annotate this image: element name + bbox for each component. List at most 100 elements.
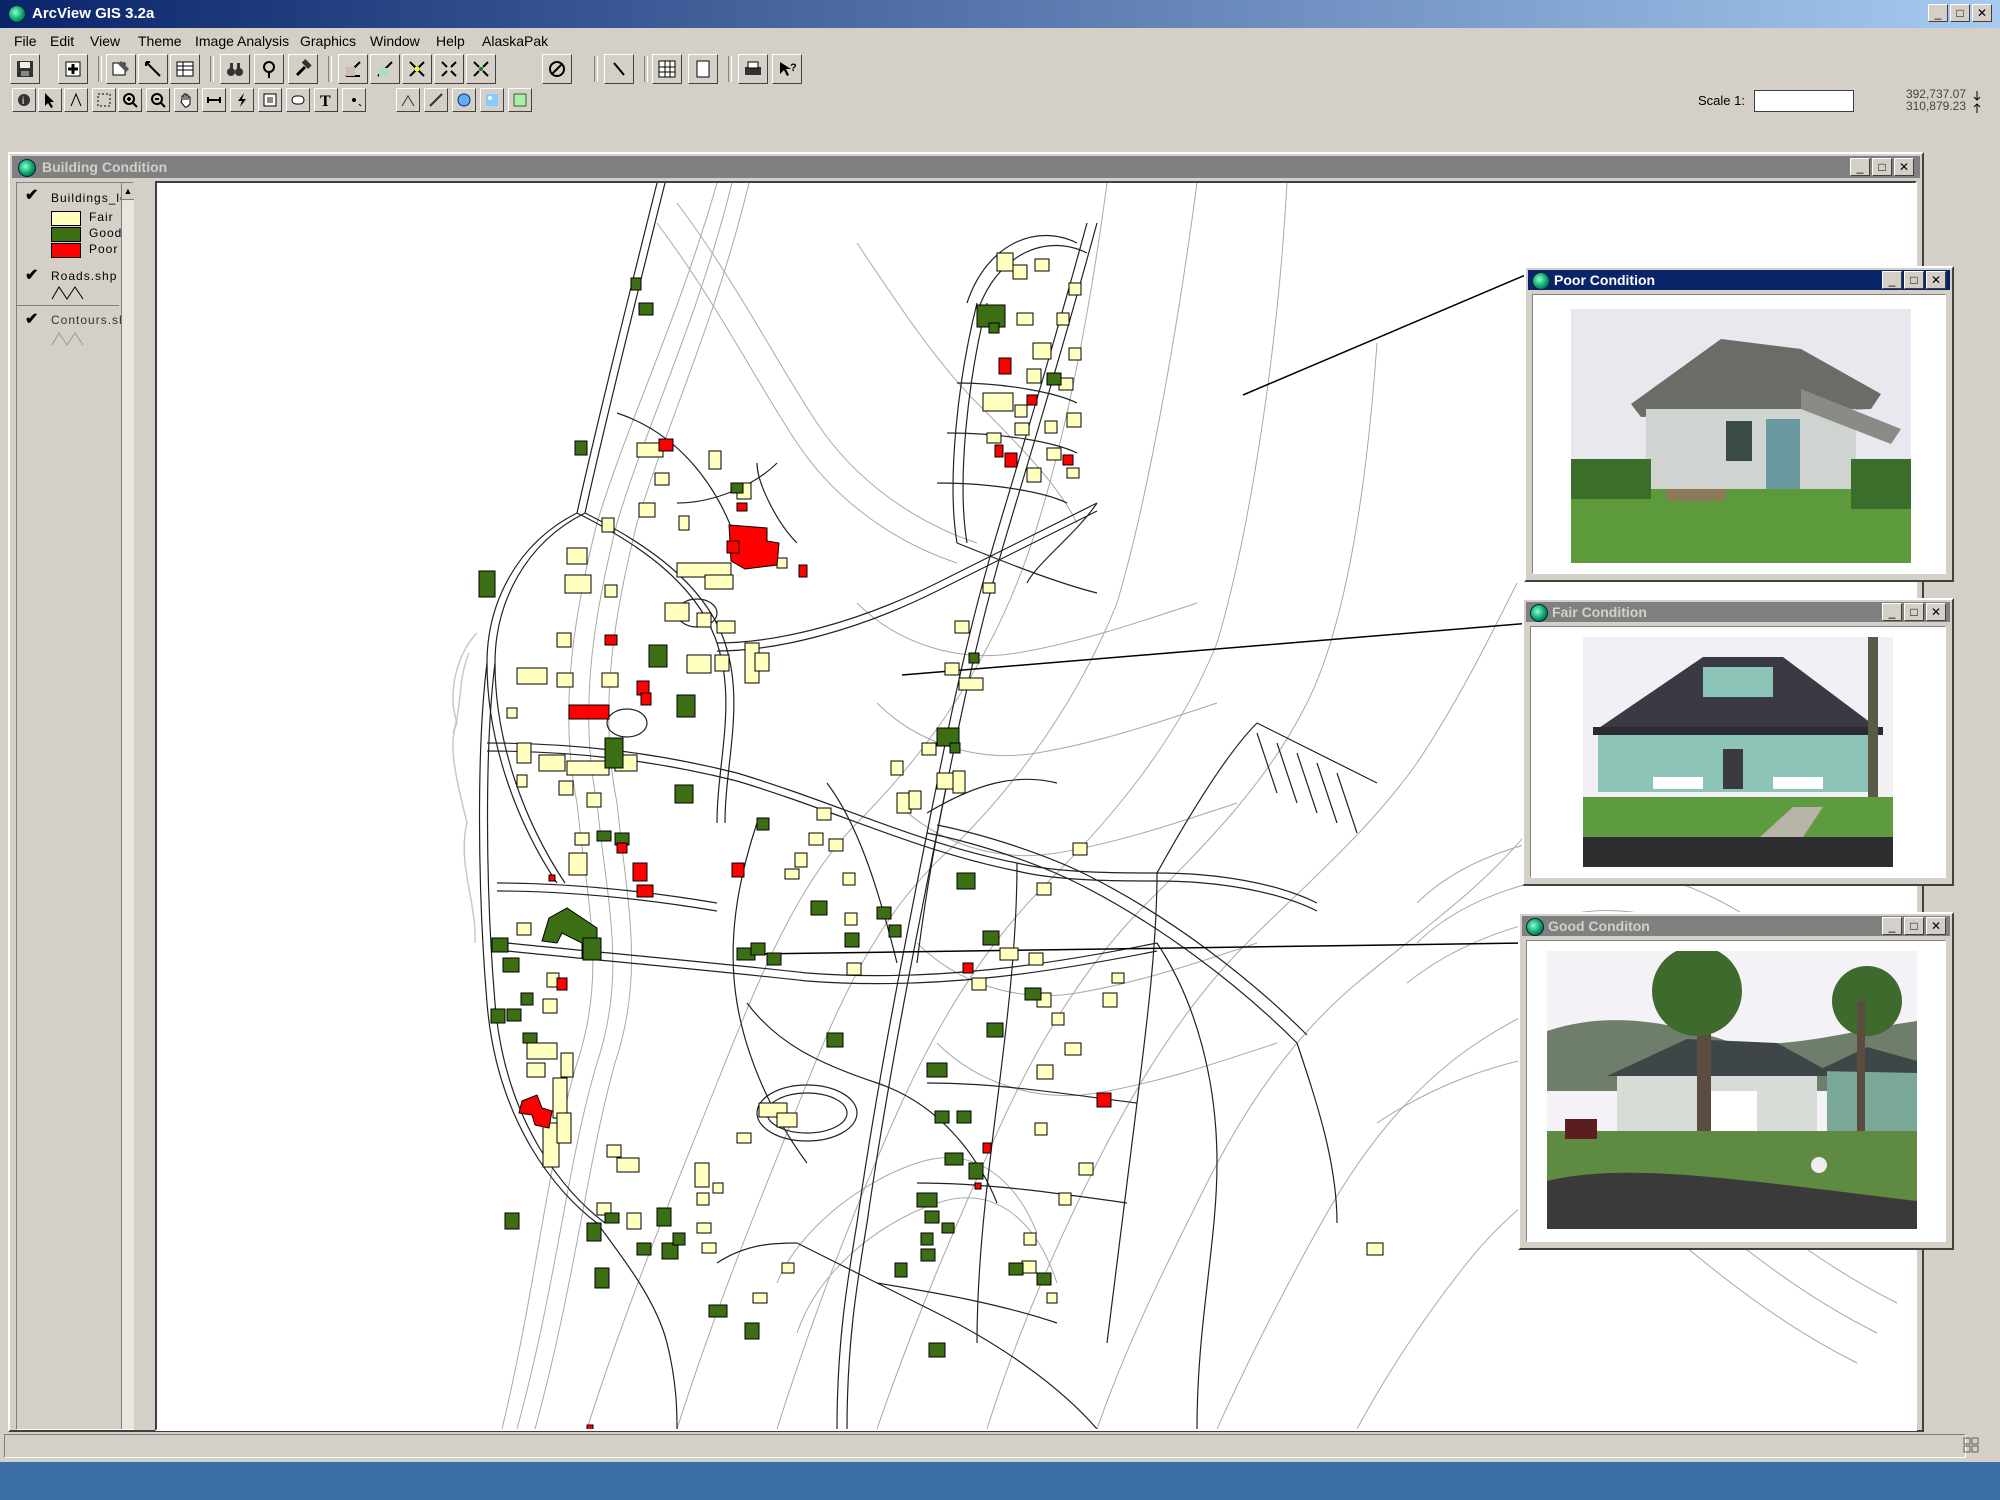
- page-setup-button[interactable]: [688, 54, 718, 84]
- photo-minimize-button[interactable]: _: [1882, 271, 1902, 289]
- app-close-button[interactable]: ✕: [1972, 4, 1992, 22]
- view-title-bar[interactable]: Building Condition _ □ ✕: [12, 156, 1920, 178]
- query-builder-button[interactable]: [288, 54, 318, 84]
- help-arrow-icon: ?: [780, 62, 797, 76]
- menu-alaskapak[interactable]: AlaskaPak: [482, 33, 548, 49]
- app-minimize-button[interactable]: _: [1928, 4, 1948, 22]
- locate-address-button[interactable]: [254, 54, 284, 84]
- legend-swatch-fair: [51, 211, 81, 226]
- measure-tool[interactable]: [202, 88, 226, 112]
- print-button[interactable]: [738, 54, 768, 84]
- toc-scrollbar[interactable]: ▲: [121, 183, 134, 1429]
- app-maximize-button[interactable]: □: [1950, 4, 1970, 22]
- view-minimize-button[interactable]: _: [1850, 158, 1870, 176]
- theme-visible-checkbox[interactable]: ✔: [25, 265, 38, 285]
- identify-tool[interactable]: i: [12, 88, 36, 112]
- pointer-tool[interactable]: [38, 88, 62, 112]
- open-table-button[interactable]: [170, 54, 200, 84]
- zoom-in-button[interactable]: [434, 54, 464, 84]
- theme-name: Buildings_lo: [51, 191, 128, 205]
- contour-symbol-icon: [51, 332, 84, 346]
- vertex-edit-tool[interactable]: [64, 88, 88, 112]
- zoom-to-themes-button[interactable]: [370, 54, 400, 84]
- resize-grip-icon[interactable]: [1962, 1436, 1980, 1454]
- pointer-arrow-icon: [45, 93, 54, 108]
- photo-panel: [1526, 940, 1946, 1242]
- spatial-tool-4[interactable]: [480, 88, 504, 112]
- photo-window-icon: [1532, 272, 1550, 290]
- edit-legend-button[interactable]: [138, 54, 168, 84]
- add-theme-button[interactable]: [58, 54, 88, 84]
- photo-close-button[interactable]: ✕: [1926, 917, 1946, 935]
- zoom-in-tool[interactable]: [118, 88, 142, 112]
- menu-file[interactable]: File: [14, 33, 37, 49]
- coastline: [452, 632, 478, 944]
- view-close-button[interactable]: ✕: [1894, 158, 1914, 176]
- menu-image-analysis[interactable]: Image Analysis: [195, 33, 289, 49]
- zoom-to-selected-button[interactable]: [402, 54, 432, 84]
- spatial-tool-5[interactable]: [508, 88, 532, 112]
- line-symbol-icon: [51, 286, 84, 300]
- spatial-tool-1[interactable]: [396, 88, 420, 112]
- photo-minimize-button[interactable]: _: [1882, 603, 1902, 621]
- layout-button[interactable]: [652, 54, 682, 84]
- photo-maximize-button[interactable]: □: [1904, 603, 1924, 621]
- photo-window-title-bar[interactable]: Poor Condition _ □ ✕: [1528, 270, 1950, 290]
- text-tool[interactable]: T: [314, 88, 338, 112]
- hotlink-tool[interactable]: [230, 88, 254, 112]
- view-maximize-button[interactable]: □: [1872, 158, 1892, 176]
- zoom-to-full-extent-button[interactable]: [338, 54, 368, 84]
- photo-maximize-button[interactable]: □: [1904, 917, 1924, 935]
- clear-selected-button[interactable]: [542, 54, 572, 84]
- theme-properties-button[interactable]: [106, 54, 136, 84]
- theme-entry-buildings[interactable]: ✔ Buildings_lo Fair Good Poor ✔ Roads.sh…: [17, 183, 127, 306]
- select-feature-tool[interactable]: [92, 88, 116, 112]
- menu-graphics[interactable]: Graphics: [300, 33, 356, 49]
- label-tool[interactable]: [286, 88, 310, 112]
- full-extent-icon: [345, 61, 361, 77]
- photo-close-button[interactable]: ✕: [1926, 603, 1946, 621]
- binoculars-icon: [227, 63, 243, 76]
- spatial-tool-2[interactable]: [424, 88, 448, 112]
- area-of-interest-tool[interactable]: [258, 88, 282, 112]
- find-button[interactable]: [220, 54, 250, 84]
- page-icon: [696, 60, 710, 78]
- photo-close-button[interactable]: ✕: [1926, 271, 1946, 289]
- coordinate-y: 310,879.23: [1905, 99, 1966, 113]
- photo-window-controls: _ □ ✕: [1882, 603, 1946, 621]
- menu-edit[interactable]: Edit: [50, 33, 74, 49]
- photo-window-title-bar[interactable]: Fair Condition _ □ ✕: [1526, 602, 1950, 622]
- theme-entry-contours[interactable]: ✔ Contours.sh: [17, 307, 126, 353]
- photo-window-icon: [1530, 604, 1548, 622]
- photo-maximize-button[interactable]: □: [1904, 271, 1924, 289]
- photo-minimize-button[interactable]: _: [1882, 917, 1902, 935]
- save-project-button[interactable]: [10, 54, 40, 84]
- zoom-out-button[interactable]: [466, 54, 496, 84]
- toolbar-separator: [210, 56, 214, 82]
- floppy-icon: [17, 61, 33, 77]
- map-tool-icon: [513, 93, 527, 107]
- photo-poor-condition-house: [1571, 309, 1911, 563]
- select-features-button[interactable]: [604, 54, 634, 84]
- photo-fair-condition-house: [1583, 637, 1893, 867]
- scale-input[interactable]: [1754, 90, 1854, 112]
- area-icon: [263, 93, 277, 107]
- spatial-tool-3[interactable]: [452, 88, 476, 112]
- theme-name: Contours.sh: [51, 313, 127, 327]
- globe-tool-icon: [457, 93, 471, 107]
- theme-visible-checkbox[interactable]: ✔: [25, 309, 38, 329]
- menu-view[interactable]: View: [90, 33, 120, 49]
- pan-tool[interactable]: [174, 88, 198, 112]
- svg-text:T: T: [320, 93, 331, 108]
- photo-window-icon: [1526, 918, 1544, 936]
- menu-theme[interactable]: Theme: [138, 33, 182, 49]
- photo-window-title-bar[interactable]: Good Conditon _ □ ✕: [1522, 916, 1950, 936]
- svg-text:?: ?: [790, 62, 797, 74]
- zoom-out-tool[interactable]: [146, 88, 170, 112]
- menu-help[interactable]: Help: [436, 33, 465, 49]
- menu-window[interactable]: Window: [370, 33, 420, 49]
- scroll-up-icon[interactable]: ▲: [122, 183, 134, 200]
- draw-point-tool[interactable]: [342, 88, 366, 112]
- theme-visible-checkbox[interactable]: ✔: [25, 185, 38, 205]
- help-button[interactable]: ?: [772, 54, 802, 84]
